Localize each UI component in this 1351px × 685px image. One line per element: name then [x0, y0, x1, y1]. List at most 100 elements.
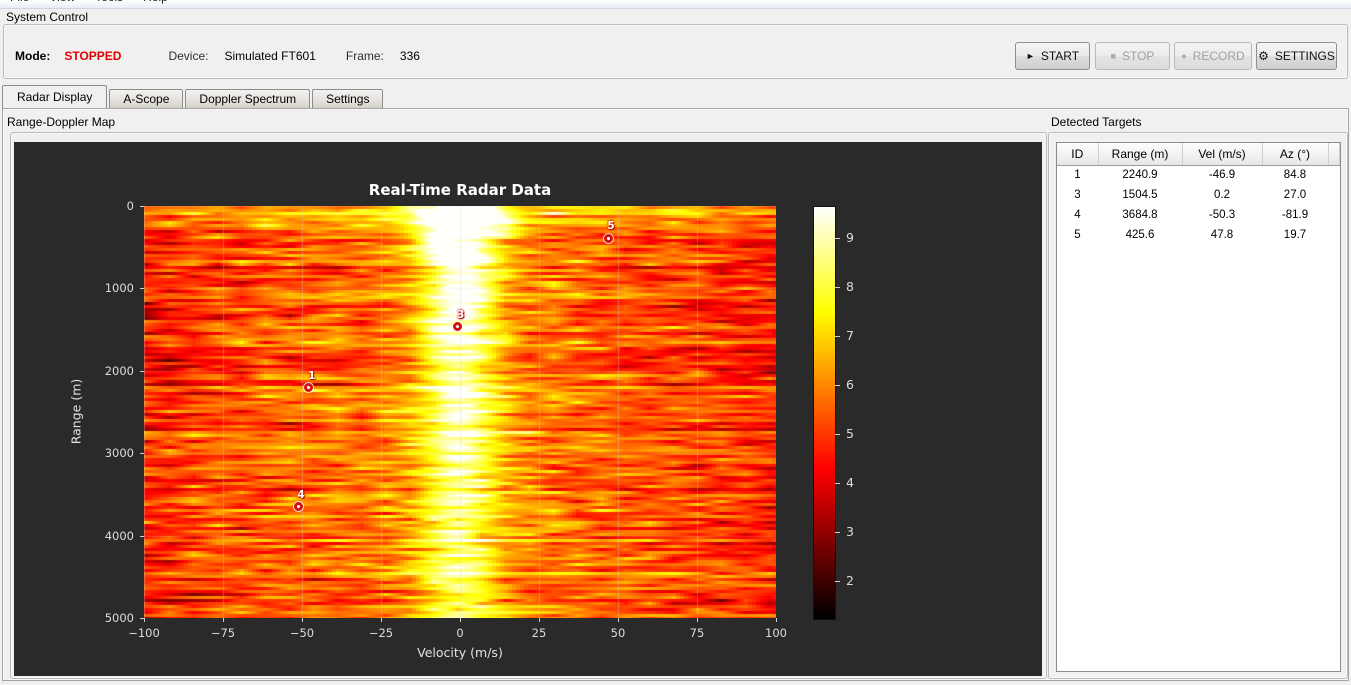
colorbar-tick-label: 4	[846, 475, 854, 491]
y-tickmark	[140, 618, 144, 619]
column-header-stub	[1328, 143, 1340, 166]
x-tickmark	[618, 618, 619, 622]
x-tick-label: 100	[765, 626, 787, 640]
colorbar-tickmark	[835, 385, 840, 386]
x-tick-label: 25	[531, 626, 547, 640]
colorbar-tick-label: 7	[846, 327, 854, 343]
tab-a-scope[interactable]: A-Scope	[109, 89, 184, 108]
colorbar-tick-label: 8	[846, 278, 854, 294]
x-tick-label: −75	[210, 626, 236, 640]
x-tick-label: −25	[368, 626, 394, 640]
target-cell	[1328, 165, 1340, 185]
system-control-title: System Control	[6, 10, 89, 24]
colorbar-tickmark	[835, 238, 840, 239]
colorbar-tickmark	[835, 483, 840, 484]
target-cell: -81.9	[1281, 209, 1309, 221]
target-marker-5	[603, 233, 613, 243]
menu-bar: FileViewToolsHelp	[0, 0, 1351, 9]
x-tickmark	[697, 618, 698, 622]
detected-targets-group: ID Range (m) Vel (m/s) Az (°) 1 2240.9 -46.9 8…	[1048, 132, 1348, 679]
record-button: ● RECORD	[1174, 42, 1252, 70]
column-header-range[interactable]: Range (m)	[1098, 143, 1183, 166]
y-tickmark	[140, 453, 144, 454]
target-cell: 1504.5	[1122, 189, 1158, 201]
y-tick-label: 2000	[104, 363, 134, 378]
colorbar-tick-label: 3	[846, 524, 854, 540]
y-axis-label: Range (m)	[68, 378, 84, 445]
target-cell	[1328, 205, 1340, 225]
start-button[interactable]: ► START	[1015, 42, 1090, 70]
colorbar-tick-label: 2	[846, 573, 854, 589]
target-cell: 4	[1074, 209, 1081, 221]
menu-item-tools[interactable]: Tools	[85, 0, 133, 7]
tab-bar: Radar Display A-Scope Doppler Spectrum Sett…	[2, 85, 385, 108]
target-cell: 2240.9	[1122, 169, 1158, 182]
y-tick-label: 3000	[104, 446, 134, 461]
button-label: START	[1040, 49, 1080, 63]
range-doppler-map-title: Range-Doppler Map	[7, 115, 116, 129]
target-cell: 84.8	[1283, 169, 1307, 182]
colorbar-tickmark	[835, 581, 840, 582]
target-row[interactable]: 3 1504.5 0.2 27.0	[1057, 185, 1340, 205]
target-marker-label: 3	[456, 308, 465, 321]
device-value: Simulated FT601	[224, 49, 316, 63]
x-tick-label: 75	[689, 626, 705, 640]
tab-radar-display[interactable]: Radar Display	[2, 85, 108, 108]
stop-button: ■ STOP	[1095, 42, 1170, 70]
target-cell: -46.9	[1208, 169, 1236, 182]
colorbar-tickmark	[835, 532, 840, 533]
mode-label: Mode:	[15, 49, 51, 63]
settings-button[interactable]: ⚙ SETTINGS	[1256, 42, 1337, 70]
radar-app-window: FileViewToolsHelp System Control Mode: S…	[0, 0, 1351, 685]
target-cell: 19.7	[1283, 229, 1307, 241]
x-tick-label: 0	[456, 626, 464, 640]
colorbar-tick-label: 5	[846, 426, 854, 442]
target-cell: 27.0	[1283, 189, 1307, 201]
status-row: Mode: STOPPED Device: Simulated FT601 Fr…	[15, 48, 420, 64]
column-header-az[interactable]: Az (°)	[1262, 143, 1329, 166]
x-tickmark	[460, 618, 461, 622]
target-cell: 3684.8	[1122, 209, 1158, 221]
y-tickmark	[140, 288, 144, 289]
colorbar	[813, 206, 836, 620]
y-tick-label: 1000	[104, 281, 134, 296]
colorbar-tickmark	[835, 434, 840, 435]
menu-item-help[interactable]: Help	[133, 0, 178, 7]
detected-targets-title: Detected Targets	[1051, 115, 1142, 129]
target-cell: -50.3	[1208, 209, 1236, 221]
chart-title: Real-Time Radar Data	[368, 181, 552, 199]
device-label: Device:	[168, 49, 209, 63]
radar-figure-panel: Real-Time Radar Data −100 −75 −50 −25 0 25 50 7…	[14, 142, 1042, 676]
target-cell: 0.2	[1214, 189, 1230, 201]
tab-settings[interactable]: Settings	[312, 89, 384, 108]
y-tick-label: 4000	[104, 528, 134, 543]
column-header-vel[interactable]: Vel (m/s)	[1182, 143, 1263, 166]
x-tickmark	[302, 618, 303, 622]
target-row[interactable]: 5 425.6 47.8 19.7	[1057, 225, 1340, 245]
radar-display-tab-page: Range-Doppler Map Real-Time Radar Data −…	[2, 108, 1349, 681]
target-marker-4	[293, 502, 303, 512]
target-cell: 3	[1074, 189, 1081, 201]
x-tickmark	[223, 618, 224, 622]
target-cell: 425.6	[1125, 229, 1155, 241]
x-tick-label: −100	[128, 626, 160, 640]
x-tick-label: 50	[610, 626, 626, 640]
y-tickmark	[140, 206, 144, 207]
target-row[interactable]: 4 3684.8 -50.3 -81.9	[1057, 205, 1340, 225]
tab-doppler-spectrum[interactable]: Doppler Spectrum	[185, 89, 311, 108]
system-control-group: Mode: STOPPED Device: Simulated FT601 Fr…	[3, 24, 1348, 79]
button-label: SETTINGS	[1274, 49, 1335, 63]
column-header-id[interactable]: ID	[1057, 143, 1099, 166]
y-tick-label: 0	[126, 199, 134, 213]
frame-value: 336	[399, 49, 420, 63]
button-label: STOP	[1121, 49, 1155, 63]
colorbar-tick-label: 9	[846, 229, 854, 245]
target-row[interactable]: 1 2240.9 -46.9 84.8	[1057, 165, 1340, 185]
target-cell	[1328, 185, 1340, 205]
range-doppler-heatmap	[144, 206, 776, 618]
target-marker-label: 5	[607, 220, 615, 233]
menu-item-view[interactable]: View	[39, 0, 85, 7]
play-icon: ►	[1025, 51, 1035, 61]
menu-item-file[interactable]: File	[0, 0, 39, 7]
colorbar-tickmark	[835, 287, 840, 288]
